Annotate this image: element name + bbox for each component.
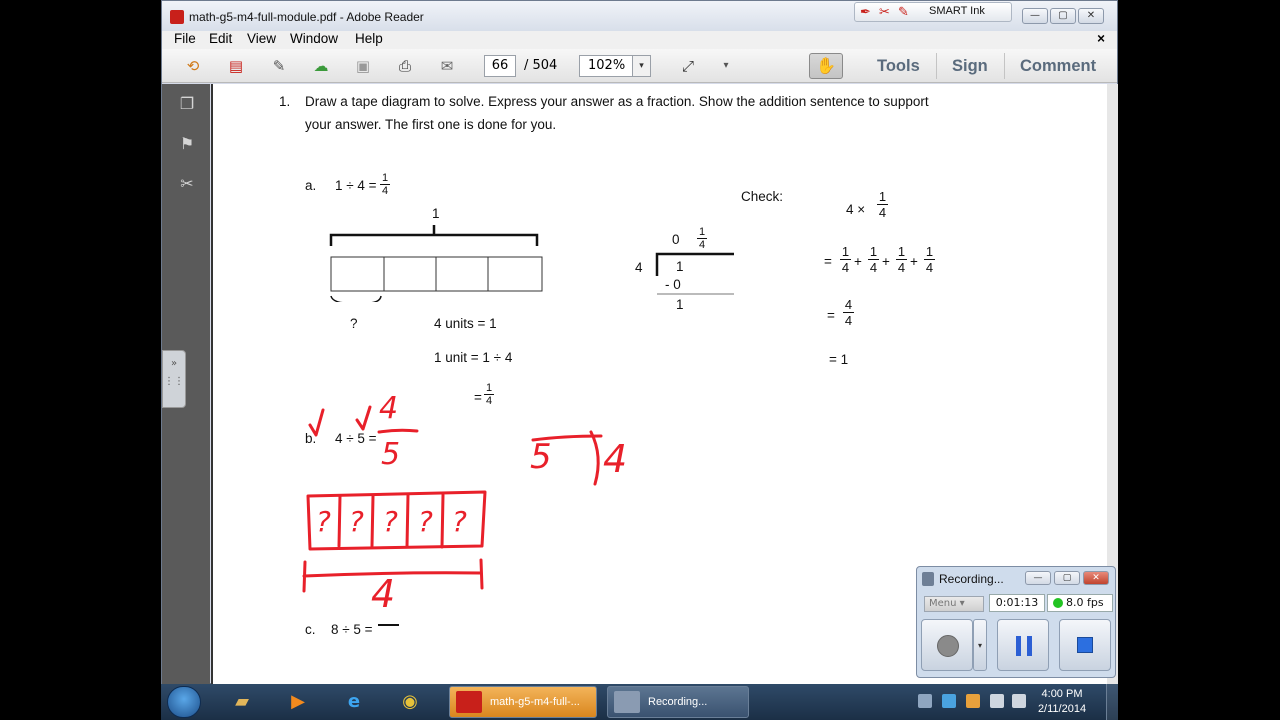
recorder-menu-label: Menu <box>929 598 957 609</box>
tray-security-icon[interactable] <box>966 694 980 708</box>
recorder-app-icon <box>614 691 640 713</box>
stop-icon <box>1077 637 1093 653</box>
recorder-minimize-button[interactable]: — <box>1025 571 1051 585</box>
smart-pen-icon[interactable]: ✒ <box>860 6 874 20</box>
taskbar-item-recorder[interactable]: Recording... <box>607 686 749 718</box>
page-number-input[interactable]: 66 <box>484 55 516 77</box>
ink-box-mark: ? <box>316 505 331 538</box>
clock-time: 4:00 PM <box>1041 688 1083 700</box>
ink-box-mark: ? <box>383 505 398 538</box>
ink-brace-total: 4 <box>371 572 395 616</box>
sign-pane-button[interactable]: Sign <box>952 57 988 76</box>
recorder-title: Recording... <box>939 572 1004 586</box>
more-tools-chevron-icon[interactable]: ▾ <box>715 56 737 76</box>
division-bracket-stroke <box>589 430 600 486</box>
recording-elapsed-time: 0:01:13 <box>989 594 1045 612</box>
pdf-file-icon <box>170 10 184 24</box>
smart-highlighter-icon[interactable]: ✎ <box>898 6 912 20</box>
taskbar-item-adobe-reader[interactable]: math-g5-m4-full-... <box>449 686 597 718</box>
edit-icon[interactable]: ✎ <box>268 56 290 76</box>
network-icon[interactable] <box>990 694 1004 708</box>
menu-view[interactable]: View <box>247 31 276 46</box>
open-file-icon[interactable]: ⟲ <box>182 56 204 76</box>
recorder-maximize-button[interactable]: ▢ <box>1054 571 1080 585</box>
menu-window[interactable]: Window <box>290 31 338 46</box>
volume-icon[interactable] <box>1012 694 1026 708</box>
ink-answer-numerator: 4 <box>379 391 398 426</box>
windows-taskbar: ▰ ▶ e ◉ math-g5-m4-full-... Recording...… <box>161 684 1118 720</box>
recorder-app-icon <box>922 572 934 586</box>
page-total: / 504 <box>524 58 558 73</box>
email-icon[interactable]: ✉ <box>436 56 458 76</box>
zoom-select[interactable]: 102% ▾ <box>579 55 651 77</box>
attachments-icon[interactable]: ✂ <box>178 174 196 194</box>
document-close-icon[interactable]: × <box>1097 31 1105 46</box>
recording-fps-indicator: 8.0 fps <box>1047 594 1113 612</box>
toolbar-separator <box>936 53 937 79</box>
fit-page-icon[interactable]: ⤢ <box>677 56 699 76</box>
ink-box-mark: ? <box>452 505 467 538</box>
ink-box-mark: ? <box>418 505 433 538</box>
smart-ink-label[interactable]: SMART Ink <box>929 5 985 17</box>
bookmarks-icon[interactable]: ⚑ <box>178 134 196 154</box>
print-icon[interactable]: ⎙ <box>394 56 416 76</box>
tray-app-icon[interactable] <box>942 694 956 708</box>
minimize-button[interactable]: — <box>1022 8 1048 24</box>
menu-file[interactable]: File <box>174 31 196 46</box>
start-button[interactable] <box>167 686 201 718</box>
menu-edit[interactable]: Edit <box>209 31 232 46</box>
pause-icon <box>1016 636 1032 656</box>
panel-expand-handle[interactable]: » ⋮⋮ <box>162 350 186 408</box>
tools-pane-button[interactable]: Tools <box>877 57 920 76</box>
clock-date: 2/11/2014 <box>1037 703 1087 715</box>
comment-pane-button[interactable]: Comment <box>1020 57 1096 76</box>
create-pdf-icon[interactable]: ▤ <box>225 56 247 76</box>
file-explorer-icon[interactable]: ▰ <box>225 688 259 716</box>
smart-eraser-icon[interactable]: ✂ <box>879 6 893 20</box>
taskbar-clock[interactable]: 4:00 PM 2/11/2014 <box>1031 687 1093 717</box>
check-mark-2 <box>355 405 372 431</box>
check-mark-1 <box>308 408 325 437</box>
menu-help[interactable]: Help <box>355 31 383 46</box>
chevron-down-icon[interactable]: ▾ <box>632 56 650 76</box>
system-tray <box>916 694 1026 710</box>
record-button[interactable] <box>921 619 973 671</box>
ink-dividend: 4 <box>603 437 627 481</box>
hand-tool-button[interactable]: ✋ <box>809 53 843 79</box>
window-title: math-g5-m4-full-module.pdf - Adobe Reade… <box>189 10 424 24</box>
title-bar[interactable]: math-g5-m4-full-module.pdf - Adobe Reade… <box>162 1 1117 31</box>
record-options-chevron-icon[interactable]: ▾ <box>973 619 987 671</box>
recording-status-dot <box>1053 598 1063 608</box>
pause-button[interactable] <box>997 619 1049 671</box>
maximize-button[interactable]: ▢ <box>1050 8 1076 24</box>
screen-recorder-window: Recording... — ▢ ✕ Menu ▾ 0:01:13 8.0 fp… <box>916 566 1116 678</box>
ink-box-mark: ? <box>349 505 364 538</box>
recording-fps-value: 8.0 fps <box>1066 596 1104 609</box>
main-toolbar: ⟲ ▤ ✎ ☁ ▣ ⎙ ✉ 66 / 504 102% ▾ ⤢ ▾ ✋ Tool… <box>162 49 1117 83</box>
record-icon <box>937 635 959 657</box>
toolbar-separator <box>1004 53 1005 79</box>
answer-fraction-bar <box>377 428 419 434</box>
recorder-menu-dropdown[interactable]: Menu ▾ <box>924 596 984 612</box>
menu-bar: File Edit View Window Help × <box>162 31 1117 49</box>
taskbar-item-label: Recording... <box>648 696 708 708</box>
tray-recorder-icon[interactable] <box>918 694 932 708</box>
media-player-icon[interactable]: ▶ <box>281 688 315 716</box>
stop-button[interactable] <box>1059 619 1111 671</box>
smart-ink-toolbar[interactable]: ✒ ✂ ✎ SMART Ink <box>854 2 1012 22</box>
desktop-screen: math-g5-m4-full-module.pdf - Adobe Reade… <box>0 0 1280 720</box>
ink-answer-denominator: 5 <box>381 437 400 472</box>
recorder-close-button[interactable]: ✕ <box>1083 571 1109 585</box>
show-desktop-button[interactable] <box>1106 684 1118 720</box>
zoom-value: 102% <box>588 58 626 73</box>
pdf-file-icon <box>456 691 482 713</box>
taskbar-item-label: math-g5-m4-full-... <box>490 696 580 708</box>
page-thumbnails-icon[interactable]: ❐ <box>178 94 196 114</box>
internet-explorer-icon[interactable]: e <box>337 688 371 716</box>
close-button[interactable]: ✕ <box>1078 8 1104 24</box>
ink-divisor: 5 <box>530 437 552 477</box>
upload-cloud-icon[interactable]: ☁ <box>310 56 332 76</box>
save-icon[interactable]: ▣ <box>352 56 374 76</box>
chrome-icon[interactable]: ◉ <box>393 688 427 716</box>
